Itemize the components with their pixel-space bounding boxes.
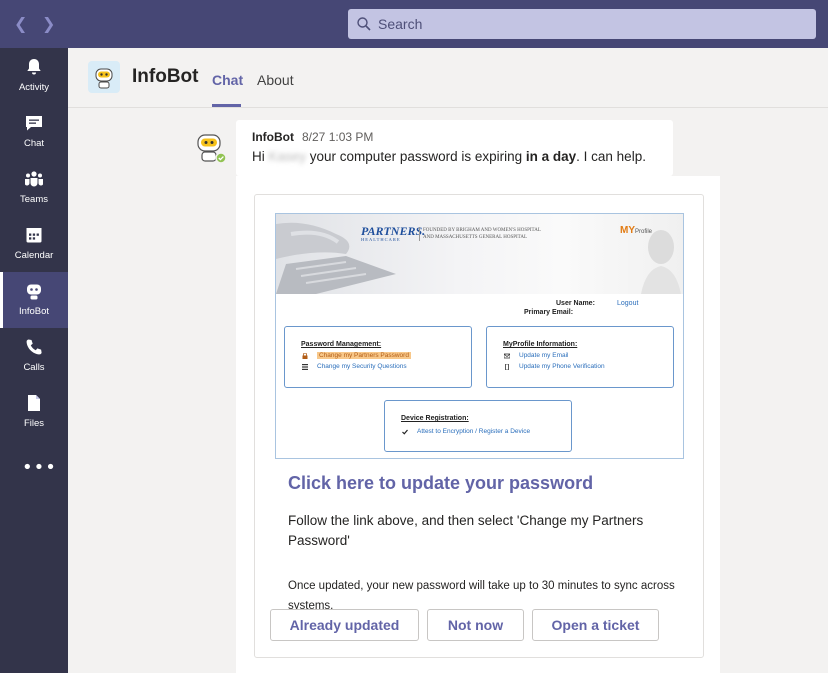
teams-window: ❮ ❯ Activity Chat bbox=[0, 0, 828, 673]
rail-item-files[interactable]: Files bbox=[0, 384, 68, 440]
portal-link: Change my Security Questions bbox=[317, 363, 407, 370]
file-icon bbox=[28, 395, 40, 411]
app-header: InfoBot Chat About bbox=[68, 48, 828, 108]
rail-item-calendar[interactable]: Calendar bbox=[0, 216, 68, 272]
highlighted-link: Change my Partners Password bbox=[317, 352, 411, 359]
message-timestamp: 8/27 1:03 PM bbox=[302, 130, 374, 144]
rail-item-infobot[interactable]: InfoBot bbox=[0, 272, 68, 328]
user-name-label: User Name: bbox=[556, 300, 595, 307]
logout-link: Logout bbox=[617, 300, 639, 307]
not-now-button[interactable]: Not now bbox=[427, 609, 524, 641]
card-instructions: Follow the link above, and then select '… bbox=[288, 513, 644, 548]
founded-line: FOUNDED BY BRIGHAM AND WOMEN'S HOSPITAL bbox=[423, 228, 541, 233]
already-updated-button[interactable]: Already updated bbox=[270, 609, 419, 641]
rail-item-teams[interactable]: Teams bbox=[0, 160, 68, 216]
portal-link: Change my Partners Password bbox=[317, 352, 411, 359]
infobot-logo bbox=[88, 61, 120, 93]
box-title: MyProfile Information: bbox=[503, 341, 578, 348]
message-emphasis: in a day bbox=[525, 149, 577, 164]
bot-avatar-icon bbox=[95, 68, 113, 89]
rail-item-calls[interactable]: Calls bbox=[0, 328, 68, 384]
presence-available-icon bbox=[215, 152, 227, 164]
message-text-part: . I can help. bbox=[576, 149, 646, 164]
box-title: Password Management: bbox=[301, 341, 382, 348]
rail-label: Teams bbox=[20, 194, 48, 205]
message-text-part: your computer password is expiring bbox=[306, 149, 526, 164]
rail-label: Files bbox=[23, 418, 45, 429]
chevron-right-icon[interactable]: ❯ bbox=[42, 14, 55, 33]
device-registration-box: Device Registration: Attest to Encryptio… bbox=[384, 400, 572, 452]
search-box[interactable] bbox=[348, 9, 816, 39]
portal-link: Update my Email bbox=[519, 352, 569, 359]
lock-icon bbox=[302, 353, 308, 359]
teams-icon bbox=[25, 171, 43, 187]
adaptive-card: PARTNERS. HEALTHCARE FOUNDED BY BRIGHAM … bbox=[254, 194, 704, 658]
checkmark-icon bbox=[402, 429, 408, 435]
portal-screenshot-image[interactable]: PARTNERS. HEALTHCARE FOUNDED BY BRIGHAM … bbox=[275, 213, 684, 459]
rail-item-activity[interactable]: Activity bbox=[0, 48, 68, 104]
message-sender: InfoBot bbox=[252, 130, 294, 144]
mobile-phone-icon bbox=[505, 364, 509, 370]
search-icon bbox=[357, 17, 371, 31]
update-password-link[interactable]: Click here to update your password bbox=[288, 473, 593, 494]
portal-link: Update my Phone Verification bbox=[519, 363, 605, 370]
top-bar: ❮ ❯ bbox=[0, 0, 828, 48]
primary-email-label: Primary Email: bbox=[524, 309, 574, 316]
tab-about[interactable]: About bbox=[257, 72, 294, 88]
myprofile-logo: MYProfile bbox=[620, 225, 652, 236]
myprofile-profile: Profile bbox=[635, 229, 653, 235]
tab-chat[interactable]: Chat bbox=[212, 72, 243, 88]
rail-label: Chat bbox=[23, 138, 45, 149]
rail-label: InfoBot bbox=[18, 306, 50, 317]
bell-icon bbox=[27, 59, 41, 75]
myprofile-my: MY bbox=[620, 225, 635, 236]
rail-item-chat[interactable]: Chat bbox=[0, 104, 68, 160]
rail-label: Calls bbox=[23, 362, 45, 373]
card-container: PARTNERS. HEALTHCARE FOUNDED BY BRIGHAM … bbox=[236, 176, 720, 673]
portal-banner: PARTNERS. HEALTHCARE FOUNDED BY BRIGHAM … bbox=[276, 214, 683, 294]
phone-icon bbox=[26, 339, 42, 355]
bot-icon bbox=[27, 284, 41, 300]
envelope-icon bbox=[504, 353, 510, 359]
portal-link: Attest to Encryption / Register a Device bbox=[417, 428, 531, 435]
rail-label: Calendar bbox=[14, 250, 54, 261]
founded-text: FOUNDED BY BRIGHAM AND WOMEN'S HOSPITAL … bbox=[419, 227, 541, 241]
rail-label: Activity bbox=[18, 82, 50, 93]
active-tab-indicator bbox=[212, 104, 241, 107]
open-ticket-button[interactable]: Open a ticket bbox=[532, 609, 659, 641]
page-title: InfoBot bbox=[132, 66, 199, 87]
message-bubble: InfoBot 8/27 1:03 PM Hi Kasey your compu… bbox=[236, 120, 673, 176]
search-input[interactable] bbox=[378, 9, 808, 39]
calendar-icon bbox=[26, 228, 42, 243]
message-text-part: Hi bbox=[252, 149, 269, 164]
partners-logo-sub: HEALTHCARE bbox=[361, 237, 401, 242]
more-apps-icon[interactable]: ••• bbox=[22, 457, 57, 478]
bot-avatar-icon bbox=[197, 134, 227, 164]
founded-line: AND MASSACHUSETTS GENERAL HOSPITAL bbox=[423, 235, 528, 240]
chat-icon bbox=[26, 116, 42, 131]
box-title: Device Registration: bbox=[401, 415, 469, 422]
password-management-box: Password Management: Change my Partners … bbox=[284, 326, 472, 388]
redacted-name: Kasey bbox=[268, 149, 307, 164]
message-text: Hi Kasey your computer password is expir… bbox=[252, 149, 646, 164]
avatar bbox=[194, 132, 227, 164]
list-icon bbox=[302, 364, 308, 370]
myprofile-information-box: MyProfile Information: Update my Email U… bbox=[486, 326, 674, 388]
app-bar: Activity Chat Teams Calendar InfoBot Cal… bbox=[0, 48, 68, 673]
chevron-left-icon[interactable]: ❮ bbox=[14, 14, 27, 33]
